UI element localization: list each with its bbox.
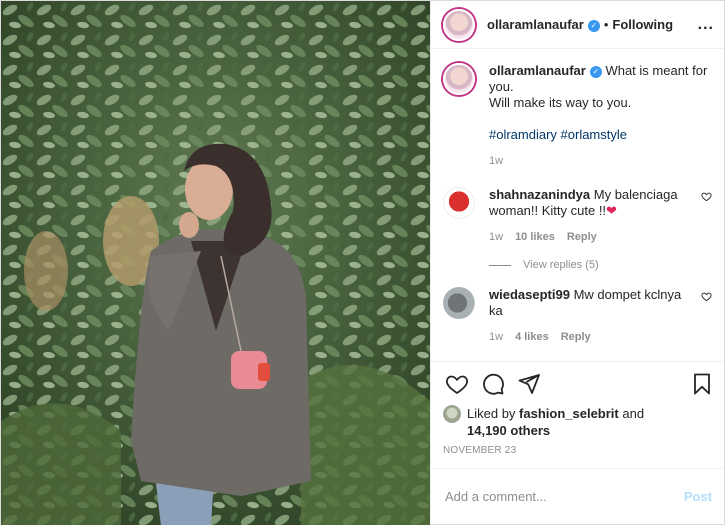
comment-likes[interactable]: 4 likes: [515, 329, 549, 345]
commenter-avatar[interactable]: [443, 287, 475, 319]
header-separator: •: [603, 17, 609, 32]
comment-meta: 1w 10 likes Reply: [489, 229, 693, 245]
author-avatar[interactable]: [443, 8, 475, 41]
commenter-avatar[interactable]: [443, 187, 475, 219]
view-replies-label[interactable]: View replies (5): [523, 259, 599, 271]
verified-badge-icon: ✓: [589, 66, 602, 78]
comments-section: ollaramlanaufar ✓ What is meant for you. …: [431, 49, 724, 361]
likes-user[interactable]: fashion_selebrit: [519, 406, 619, 421]
photo-illustration: [1, 1, 430, 525]
comment-body: shahnazanindya My balenciaga woman!! Kit…: [489, 187, 693, 245]
likes-and: and: [622, 406, 645, 421]
comment-body: wiedasepti99 Mw dompet kclnya ka 1w 4 li…: [489, 287, 693, 345]
comment-meta: 1w 4 likes Reply: [489, 329, 693, 345]
caption-username[interactable]: ollaramlanaufar: [489, 63, 586, 78]
caption-time[interactable]: 1w: [489, 153, 503, 169]
verified-badge-icon: ✓: [587, 20, 600, 32]
caption-hashtags[interactable]: #olramdiary #orlamstyle: [489, 127, 627, 142]
comment-item: shahnazanindya My balenciaga woman!! Kit…: [443, 187, 712, 245]
comment-likes[interactable]: 10 likes: [515, 229, 555, 245]
like-comment-heart-icon[interactable]: [701, 191, 712, 202]
comment-reply-button[interactable]: Reply: [567, 229, 597, 245]
add-comment-bar: Post: [431, 468, 724, 524]
caption: ollaramlanaufar ✓ What is meant for you. …: [443, 63, 712, 169]
comment-bubble-icon[interactable]: [481, 372, 505, 396]
bookmark-icon[interactable]: [690, 372, 714, 396]
caption-text-line2: Will make its way to you.: [489, 95, 632, 110]
post-actions: [431, 361, 724, 405]
comment-reply-button[interactable]: Reply: [561, 329, 591, 345]
caption-meta: 1w: [489, 153, 712, 169]
instagram-post: ollaramlanaufar ✓ • Following ... ollaram…: [0, 0, 725, 525]
comment-time[interactable]: 1w: [489, 329, 503, 345]
more-options-icon[interactable]: ...: [698, 16, 714, 34]
comment-time[interactable]: 1w: [489, 229, 503, 245]
following-button[interactable]: Following: [612, 17, 673, 32]
post-photo[interactable]: [1, 1, 430, 525]
author-username[interactable]: ollaramlanaufar ✓: [487, 17, 600, 32]
replies-divider: [489, 264, 511, 266]
likes-summary: Liked by fashion_selebrit and 14,190 oth…: [431, 405, 724, 439]
post-comment-button[interactable]: Post: [684, 489, 712, 504]
caption-avatar[interactable]: [443, 63, 475, 95]
comment-username[interactable]: wiedasepti99: [489, 287, 570, 302]
likes-text: Liked by fashion_selebrit and 14,190 oth…: [467, 405, 644, 439]
view-replies[interactable]: View replies (5): [489, 259, 712, 271]
liker-avatar[interactable]: [443, 405, 461, 423]
like-comment-heart-icon[interactable]: [701, 291, 712, 302]
post-side-panel: ollaramlanaufar ✓ • Following ... ollaram…: [430, 1, 724, 524]
comment-username[interactable]: shahnazanindya: [489, 187, 590, 202]
likes-others[interactable]: 14,190 others: [467, 423, 550, 438]
likes-prefix: Liked by: [467, 406, 516, 421]
post-header: ollaramlanaufar ✓ • Following ...: [431, 1, 724, 49]
share-paper-plane-icon[interactable]: [517, 372, 541, 396]
add-comment-input[interactable]: [445, 489, 684, 504]
caption-body: ollaramlanaufar ✓ What is meant for you. …: [489, 63, 712, 169]
comment-item: wiedasepti99 Mw dompet kclnya ka 1w 4 li…: [443, 287, 712, 345]
heart-emoji-icon: ❤: [606, 203, 617, 218]
post-date[interactable]: NOVEMBER 23: [431, 439, 724, 468]
like-heart-icon[interactable]: [445, 372, 469, 396]
author-username-text[interactable]: ollaramlanaufar: [487, 17, 584, 32]
